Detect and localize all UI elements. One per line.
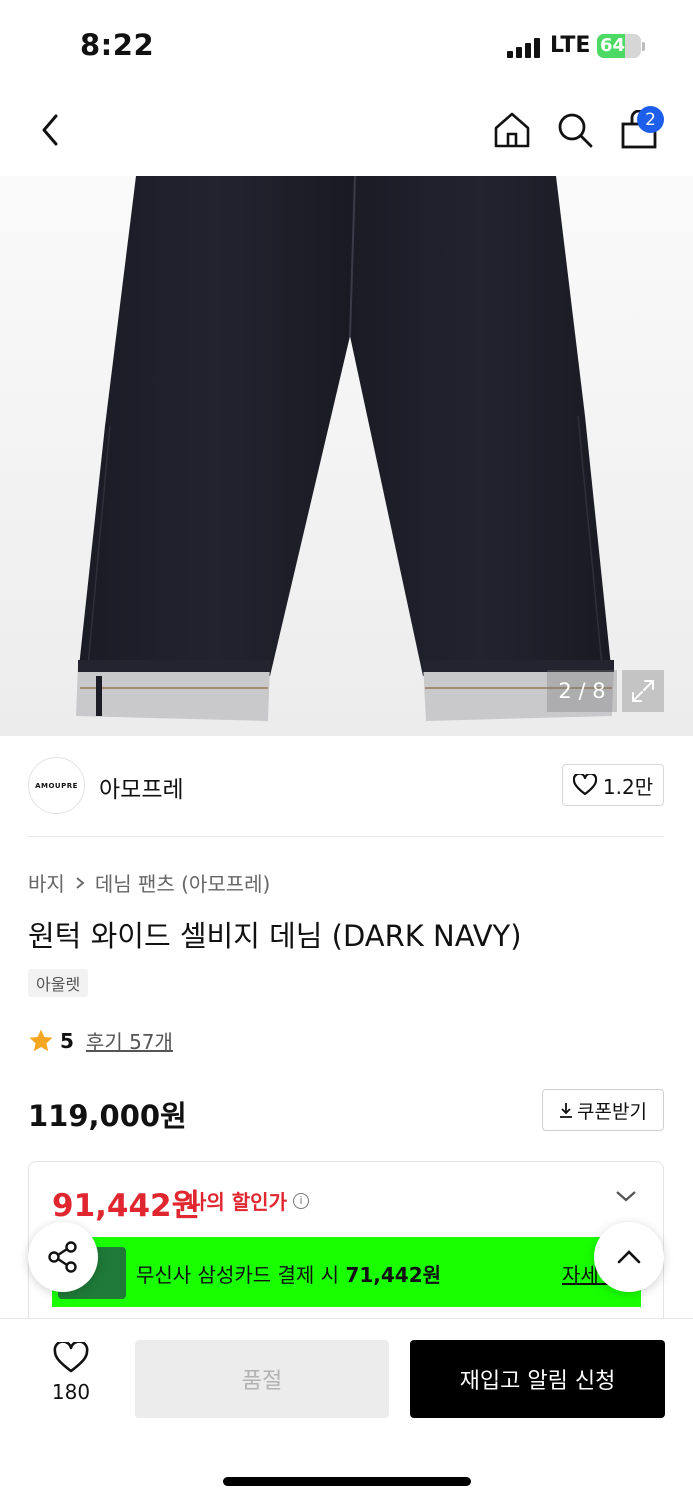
jeans-image: [76, 176, 614, 721]
card-promo-prefix: 무신사 삼성카드 결제 시: [136, 1263, 346, 1287]
search-button[interactable]: [550, 105, 600, 155]
coupon-button[interactable]: 쿠폰받기: [542, 1089, 664, 1131]
network-type: LTE: [550, 33, 591, 58]
home-button[interactable]: [487, 105, 537, 155]
original-price: 119,000원: [28, 1099, 187, 1133]
image-counter: 2 / 8: [547, 670, 617, 712]
discount-price: 91,442원: [52, 1188, 201, 1224]
product-title: 원턱 와이드 셀비지 데님 (DARK NAVY): [28, 919, 522, 953]
cart-count-badge: 2: [637, 106, 664, 133]
back-button[interactable]: [25, 105, 75, 155]
restock-alert-button[interactable]: 재입고 알림 신청: [410, 1340, 665, 1418]
rating-row: 5 후기 57개: [28, 1026, 173, 1055]
search-icon: [558, 113, 593, 148]
wishlist-button[interactable]: 180: [40, 1342, 102, 1412]
star-icon: [29, 1029, 53, 1051]
wishlist-count: 180: [51, 1380, 91, 1404]
battery-level: 64: [600, 35, 626, 56]
download-icon: [560, 1103, 573, 1118]
coupon-label: 쿠폰받기: [577, 1100, 647, 1123]
soldout-button: 품절: [135, 1340, 389, 1418]
brand-name[interactable]: 아모프레: [99, 770, 184, 804]
chevron-right-icon: [76, 876, 85, 889]
breadcrumb-subcategory[interactable]: 데님 팬츠 (아모프레): [95, 868, 271, 897]
status-time: 8:22: [80, 28, 155, 62]
divider: [28, 836, 664, 837]
card-promo-banner[interactable]: 무신사 삼성카드 결제 시 71,442원 자세히: [52, 1237, 641, 1307]
outlet-tag: 아울렛: [28, 969, 89, 997]
discount-label-row: 나의 할인가 i: [188, 1186, 309, 1215]
expand-icon: [632, 680, 654, 702]
brand-like-count: 1.2만: [602, 774, 654, 799]
battery-tip: [642, 42, 645, 51]
discount-label: 나의 할인가: [188, 1190, 287, 1214]
top-nav: [0, 95, 693, 170]
card-promo-text: 무신사 삼성카드 결제 시 71,442원: [136, 1259, 441, 1288]
breadcrumb: 바지 데님 팬츠 (아모프레): [28, 868, 270, 897]
share-button[interactable]: [28, 1222, 98, 1292]
heart-icon: [53, 1342, 89, 1373]
expand-image-button[interactable]: [622, 670, 664, 712]
card-promo-amount: 71,442원: [345, 1263, 442, 1287]
breadcrumb-category[interactable]: 바지: [28, 868, 65, 897]
scroll-top-button[interactable]: [594, 1222, 664, 1292]
share-icon: [48, 1241, 77, 1273]
product-image[interactable]: [0, 176, 693, 736]
expand-discount-button[interactable]: [614, 1188, 638, 1208]
review-link[interactable]: 후기 57개: [86, 1026, 173, 1055]
battery-icon: 64: [597, 34, 641, 58]
brand-like-button[interactable]: 1.2만: [562, 764, 664, 806]
home-indicator: [223, 1477, 471, 1486]
home-icon: [494, 112, 530, 148]
heart-icon: [572, 774, 597, 796]
signal-icon: [507, 38, 543, 58]
chevron-left-icon: [42, 114, 58, 146]
status-bar: 8:22 LTE 64: [0, 0, 693, 90]
info-icon[interactable]: i: [292, 1192, 309, 1209]
rating-score: 5: [60, 1028, 74, 1053]
brand-logo[interactable]: AMOUPRE: [28, 757, 85, 814]
chevron-down-icon: [616, 1191, 636, 1202]
chevron-up-icon: [617, 1250, 641, 1264]
